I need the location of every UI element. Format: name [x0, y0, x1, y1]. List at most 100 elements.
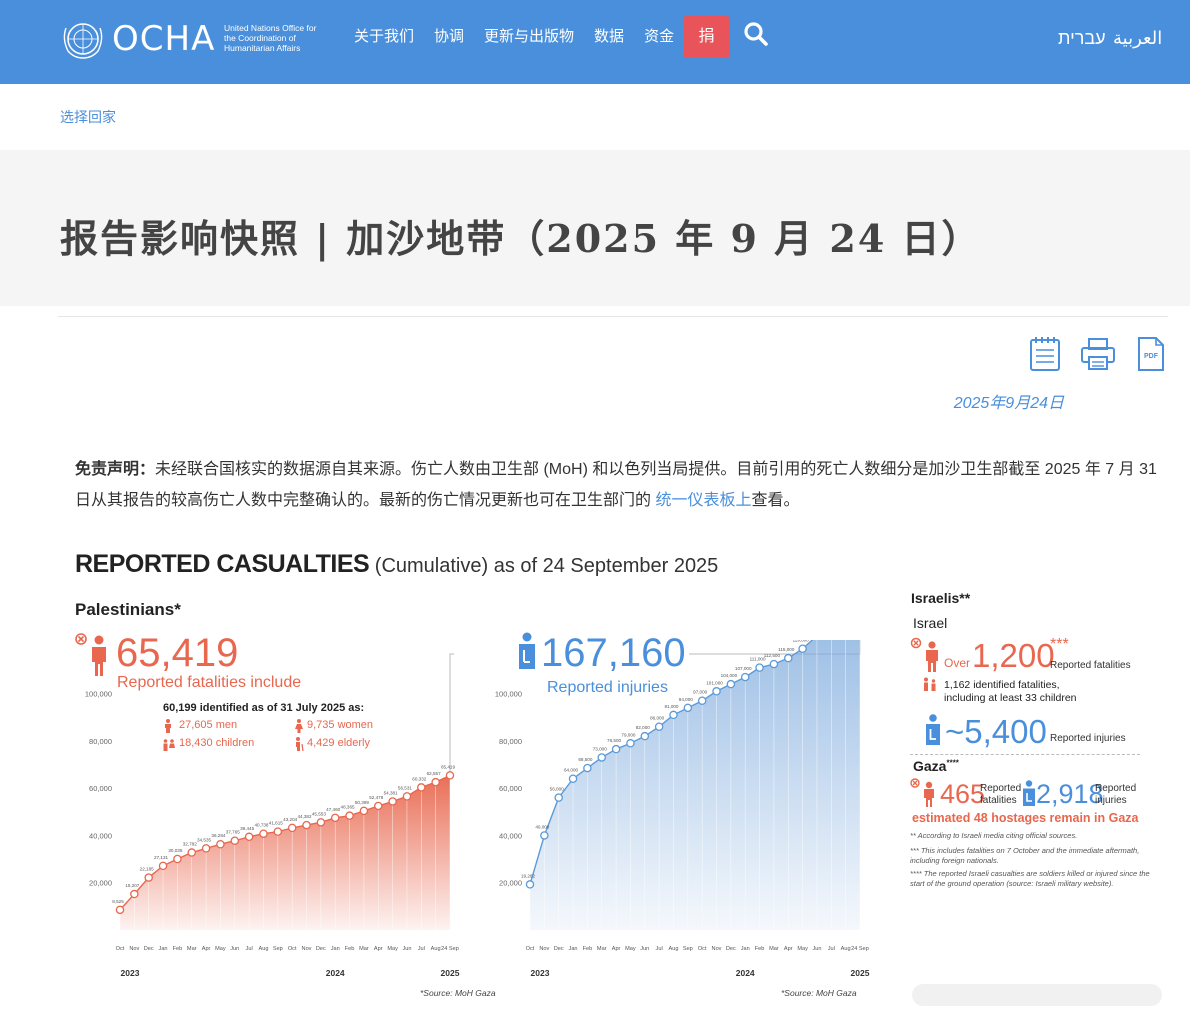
svg-text:PDF: PDF: [1144, 353, 1159, 360]
language-hebrew[interactable]: עברית: [1058, 26, 1106, 50]
data-point: [798, 644, 807, 653]
x-tick-label: Jan: [331, 946, 340, 952]
palestinians-heading: Palestinians*: [75, 600, 181, 619]
injuries-chart: 20,000 40,000 60,000 80,000 100,000 19,282 40,…: [495, 640, 870, 978]
infographic-title: REPORTED CASUALTIES (Cumulative) as of 2…: [75, 550, 718, 579]
x-tick-label: Feb: [173, 946, 183, 952]
notes-icon[interactable]: [1028, 336, 1062, 372]
nav-item-about[interactable]: 关于我们: [354, 26, 414, 48]
language-arabic[interactable]: العربية: [1113, 26, 1162, 50]
data-point: [611, 744, 621, 754]
top-navigation-bar: OCHA United Nations Office for the Coord…: [0, 0, 1190, 84]
data-label: 68,500: [578, 757, 592, 762]
israel-over-label: Over: [944, 656, 971, 670]
data-label: 56,000: [550, 787, 564, 792]
nav-item-funding[interactable]: 资金: [644, 26, 674, 48]
pdf-icon[interactable]: PDF: [1136, 336, 1166, 372]
data-label: 54,381: [384, 790, 398, 795]
data-point: [187, 848, 196, 857]
data-point: [568, 774, 578, 783]
data-label: 50,399: [355, 800, 369, 805]
nav-item-data[interactable]: 数据: [594, 26, 624, 48]
data-point: [130, 889, 139, 899]
nav-item-updates[interactable]: 更新与出版物: [484, 26, 574, 48]
x-tick-label: Apr: [612, 946, 621, 952]
data-label: 36,284: [211, 833, 225, 838]
callout-connector: [449, 653, 454, 776]
y-tick-label: 60,000: [89, 784, 112, 793]
data-label: 37,765: [226, 830, 240, 835]
disclaimer-tail: 查看。: [751, 492, 800, 509]
israelis-dashed-divider: [910, 754, 1140, 755]
data-label: 64,000: [564, 768, 578, 773]
donate-button[interactable]: 捐: [684, 16, 729, 58]
data-label: 94,000: [679, 697, 693, 702]
israel-fatalities-label: Reported fatalities: [1050, 660, 1131, 671]
year-label: 2025: [851, 968, 870, 978]
search-icon[interactable]: [742, 20, 770, 48]
y-tick-label: 40,000: [499, 831, 522, 840]
un-emblem-icon: [63, 23, 103, 59]
israel-injuries-value: ~5,400: [945, 713, 1047, 750]
title-band: 报告影响快照 | 加沙地带（2025 年 9 月 24 日）: [0, 150, 1190, 306]
israel-injury-icon: [926, 714, 940, 745]
data-point: [158, 861, 168, 871]
print-icon[interactable]: [1080, 336, 1116, 372]
year-label: 2023: [531, 968, 550, 978]
logo-wordmark: OCHA: [112, 19, 216, 59]
x-tick-label: Dec: [316, 946, 326, 952]
data-label: 40,000: [535, 824, 549, 829]
data-label: 112,500: [764, 653, 781, 658]
ocha-logo[interactable]: OCHA United Nations Office for the Coord…: [60, 18, 320, 60]
data-point: [287, 823, 297, 833]
data-label: 22,185: [140, 867, 154, 872]
y-tick-label: 80,000: [89, 737, 112, 746]
data-point: [316, 818, 326, 827]
series-area: [530, 640, 860, 930]
divider: [58, 316, 1168, 317]
x-tick-label: Nov: [129, 946, 139, 952]
israel-identified-line1: 1,162 identified fatalities,: [944, 679, 1060, 691]
breadcrumb[interactable]: 选择回家: [60, 107, 116, 127]
data-label: 32,782: [183, 842, 197, 847]
data-point: [216, 839, 225, 849]
data-label: 73,000: [593, 746, 607, 751]
israel-fatality-icon: [910, 637, 938, 672]
data-label: 115,000: [778, 647, 795, 652]
dashboard-link[interactable]: 统一仪表板上: [655, 492, 751, 509]
data-point: [640, 731, 650, 741]
x-tick-label: Nov: [712, 946, 722, 952]
x-tick-label: Mar: [597, 946, 607, 952]
data-point: [330, 813, 340, 823]
x-tick-label: Mar: [359, 946, 369, 952]
data-point: [388, 797, 397, 806]
data-label: 19,282: [521, 873, 535, 878]
data-point: [784, 653, 793, 663]
data-point: [597, 753, 606, 762]
x-tick-label: Aug: [431, 946, 441, 952]
x-tick-label: Nov: [539, 946, 549, 952]
data-label: 86,000: [650, 716, 664, 721]
data-point: [669, 710, 678, 720]
infographic-title-light: (Cumulative) as of 24 September 2025: [369, 555, 719, 577]
y-tick-label: 60,000: [499, 784, 522, 793]
gaza-fatality-icon: [910, 778, 934, 807]
data-point: [626, 739, 635, 748]
gaza-fatalities-label2: fatalities: [980, 795, 1017, 806]
footnote-fatalities: *** This includes fatalities on 7 Octobe…: [910, 846, 1140, 865]
nav-item-coordination[interactable]: 协调: [434, 26, 464, 48]
data-point: [683, 703, 693, 713]
infographic-title-bold: REPORTED CASUALTIES: [75, 550, 370, 578]
x-tick-label: Jan: [741, 946, 750, 952]
publish-date: 2025年9月24日: [953, 395, 1064, 412]
data-point: [769, 659, 779, 669]
year-label: 2023: [121, 968, 140, 978]
data-point: [583, 763, 592, 773]
logo-subtitle: United Nations Office for the Coordinati…: [224, 23, 317, 53]
year-label: 2024: [736, 968, 755, 978]
gaza-subheading-stars: ****: [946, 758, 959, 768]
data-point: [445, 771, 455, 780]
y-tick-label: 100,000: [85, 690, 112, 699]
x-tick-label: Jun: [230, 946, 239, 952]
x-tick-label: Oct: [116, 946, 125, 952]
